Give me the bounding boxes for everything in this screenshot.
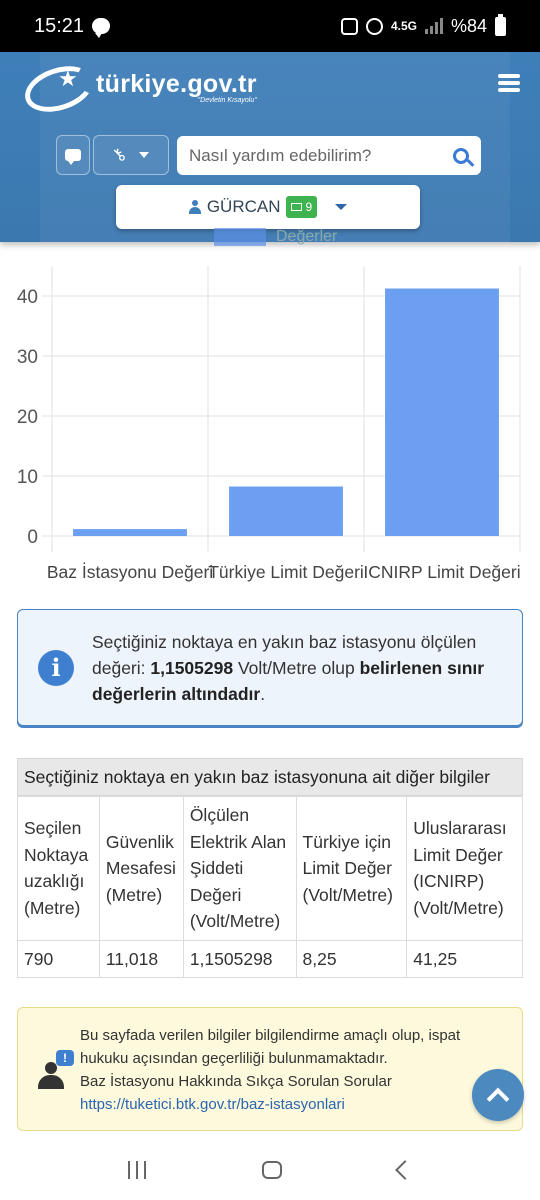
- result-info-text: Seçtiğiniz noktaya en yakın baz istasyon…: [92, 629, 484, 707]
- chart-bar: [229, 486, 343, 536]
- scroll-to-top-button[interactable]: [472, 1069, 524, 1121]
- table-cell: 8,25: [295, 939, 408, 978]
- x-tick-label: ICNIRP Limit Değeri: [363, 562, 520, 582]
- battery-icon: [495, 13, 506, 36]
- support-user-icon: !: [36, 1050, 74, 1094]
- screenshot-icon: [340, 17, 358, 35]
- chevron-up-icon: [486, 1087, 510, 1111]
- notice-line-3: Baz İstasyonu Hakkında Sıkça Sorulan Sor…: [80, 1073, 392, 1090]
- table-header-row: Seçilen Noktaya uzaklığı (Metre) Güvenli…: [17, 796, 523, 941]
- x-tick-label: Baz İstasyonu Değeri: [47, 562, 213, 582]
- chart-legend: Değerler: [214, 228, 337, 246]
- info-line-2-mid: Volt/Metre olup: [233, 657, 360, 678]
- legend-label: Değerler: [276, 228, 338, 245]
- user-name: GÜRCAN: [206, 197, 281, 216]
- y-tick-label: 10: [17, 467, 38, 488]
- table-title: Seçtiğiniz noktaya en yakın baz istasyon…: [17, 758, 523, 796]
- caret-down-icon: [139, 152, 150, 158]
- network-type: 4.5G: [390, 19, 417, 33]
- search-input[interactable]: [189, 145, 453, 166]
- table-header: Seçilen Noktaya uzaklığı (Metre): [17, 796, 100, 941]
- info-line-2-bold: belirlenen sınır: [359, 657, 485, 678]
- info-line-1: Seçtiğiniz noktaya en yakın baz istasyon…: [92, 631, 477, 652]
- y-tick-label: 20: [17, 407, 38, 428]
- menu-icon[interactable]: [498, 74, 520, 92]
- y-tick-label: 30: [17, 347, 38, 368]
- info-line-3-end: .: [260, 683, 266, 704]
- logo-mark-icon: ★: [19, 58, 99, 120]
- bar-chart-svg: 0 10 20 30 40 Baz İstasyonu DeğeriTürkiye Lim…: [17, 266, 521, 582]
- message-count: 9: [305, 200, 313, 214]
- details-table: Seçilen Noktaya uzaklığı (Metre) Güvenli…: [17, 796, 523, 978]
- disclaimer-text: Bu sayfada verilen bilgiler bilgilendirm…: [80, 1024, 460, 1116]
- table-cell: 11,018: [98, 939, 184, 978]
- site-logo[interactable]: ★ türkiye.gov.tr "Devletin Kısayolu": [19, 58, 257, 120]
- table-header: Güvenlik Mesafesi (Metre): [98, 796, 184, 941]
- login-options-button[interactable]: ⚷: [93, 135, 169, 175]
- y-tick-label: 0: [27, 527, 38, 548]
- table-cell: 1,1505298: [182, 939, 297, 978]
- logo-text: türkiye.gov.tr: [96, 70, 257, 98]
- legend-swatch: [214, 228, 266, 246]
- signal-icon: [424, 18, 443, 34]
- status-icons: 4.5G %84: [340, 13, 506, 37]
- comparison-chart: 0 10 20 30 40 Baz İstasyonu Değeri Türkiye Lim…: [0, 258, 540, 598]
- user-menu[interactable]: GÜRCAN 9: [116, 185, 420, 229]
- search-icon[interactable]: [453, 147, 469, 164]
- chart-bar: [73, 529, 187, 536]
- faq-link[interactable]: https://tuketici.btk.gov.tr/baz-istasyon…: [80, 1096, 345, 1113]
- status-time: 15:21: [34, 14, 85, 37]
- chat-icon: [65, 149, 81, 165]
- table-header: Türkiye için Limit Değer (Volt/Metre): [295, 796, 408, 941]
- battery-percent: %84: [450, 15, 487, 36]
- system-nav-bar: [0, 1140, 540, 1200]
- result-info-box: i Seçtiğiniz noktaya en yakın baz istasy…: [17, 609, 523, 726]
- mail-icon: [291, 203, 303, 211]
- table-row: 790 11,018 1,1505298 8,25 41,25: [17, 939, 523, 978]
- alarm-icon: [365, 17, 383, 35]
- back-icon[interactable]: [395, 1160, 415, 1180]
- table-header: Uluslararası Limit Değer (ICNIRP) (Volt/…: [406, 796, 523, 941]
- status-bar: 15:21 4.5G %84: [0, 0, 540, 52]
- info-line-2-pre: değeri:: [92, 657, 151, 678]
- site-header: ★ türkiye.gov.tr "Devletin Kısayolu" ⚷ G…: [0, 52, 540, 242]
- chat-button[interactable]: [56, 135, 90, 175]
- x-tick-label: Türkiye Limit Değeri: [208, 562, 364, 582]
- message-badge[interactable]: 9: [286, 196, 318, 218]
- user-icon: [188, 200, 201, 214]
- chat-notification-icon: [92, 18, 111, 38]
- table-header: Ölçülen Elektrik Alan Şiddeti Değeri (Vo…: [182, 796, 297, 941]
- station-details: Seçtiğiniz noktaya en yakın baz istasyon…: [17, 758, 523, 978]
- chart-bar: [385, 288, 499, 536]
- y-tick-label: 40: [17, 287, 38, 308]
- search-bar: [177, 136, 481, 175]
- info-line-3-bold: değerlerin altındadır: [92, 683, 261, 704]
- key-icon: ⚷: [107, 143, 130, 166]
- recents-icon[interactable]: [128, 1161, 146, 1179]
- home-icon[interactable]: [262, 1161, 282, 1179]
- table-cell: 790: [17, 939, 100, 978]
- info-icon: i: [38, 649, 74, 686]
- chevron-down-icon: [335, 204, 348, 210]
- measured-value: 1,1505298: [150, 657, 234, 678]
- table-cell: 41,25: [406, 939, 523, 978]
- notice-line-2: hukuku açısından geçerliliği bulunmamakt…: [80, 1050, 388, 1067]
- disclaimer-box: ! Bu sayfada verilen bilgiler bilgilendi…: [17, 1007, 523, 1131]
- notice-line-1: Bu sayfada verilen bilgiler bilgilendirm…: [80, 1027, 461, 1044]
